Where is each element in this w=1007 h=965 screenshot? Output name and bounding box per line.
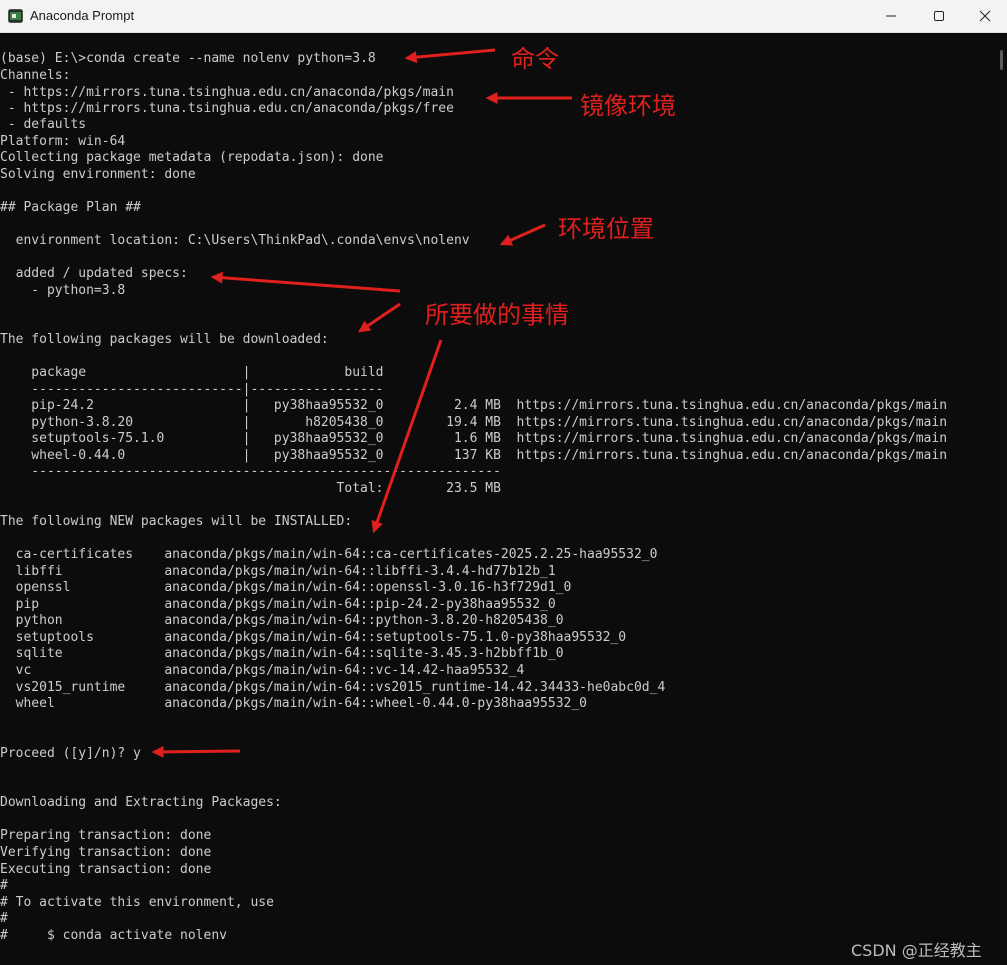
console-line: - defaults	[0, 117, 87, 132]
console-line: setuptools anaconda/pkgs/main/win-64::se…	[0, 630, 627, 645]
console-line: Platform: win-64	[0, 134, 126, 149]
console-line: setuptools-75.1.0 | py38haa95532_0 1.6 M…	[0, 431, 948, 446]
console-line: sqlite anaconda/pkgs/main/win-64::sqlite…	[0, 646, 564, 661]
console-line: pip-24.2 | py38haa95532_0 2.4 MB https:/…	[0, 398, 948, 413]
console-line: #	[0, 911, 8, 926]
console-line: (base) E:\>conda create --name nolenv py…	[0, 51, 376, 66]
console-line: Verifying transaction: done	[0, 845, 212, 860]
scrollbar-thumb[interactable]	[1000, 50, 1003, 70]
console-line: Channels:	[0, 68, 71, 83]
console-line: Proceed ([y]/n)? y	[0, 746, 141, 761]
console-line: # $ conda activate nolenv	[0, 928, 227, 943]
console-output[interactable]: (base) E:\>conda create --name nolenv py…	[0, 33, 993, 965]
console-line: environment location: C:\Users\ThinkPad\…	[0, 233, 470, 248]
console-line: pip anaconda/pkgs/main/win-64::pip-24.2-…	[0, 597, 556, 612]
console-line: ----------------------------------------…	[0, 464, 501, 479]
minimize-button[interactable]	[868, 0, 914, 32]
close-icon	[979, 10, 991, 22]
console-line: ca-certificates anaconda/pkgs/main/win-6…	[0, 547, 658, 562]
console-line: Collecting package metadata (repodata.js…	[0, 150, 384, 165]
console-line: - python=3.8	[0, 283, 126, 298]
console-line: The following packages will be downloade…	[0, 332, 329, 347]
console-line: package | build	[0, 365, 384, 380]
title-bar: Anaconda Prompt	[0, 0, 1007, 33]
annotation-things-to-do: 所要做的事情	[425, 301, 569, 329]
console-line: added / updated specs:	[0, 266, 188, 281]
console-line: - https://mirrors.tuna.tsinghua.edu.cn/a…	[0, 85, 454, 100]
console-line: # To activate this environment, use	[0, 895, 274, 910]
console-line: Preparing transaction: done	[0, 828, 212, 843]
console-line: The following NEW packages will be INSTA…	[0, 514, 353, 529]
console-line: Total: 23.5 MB	[0, 481, 501, 496]
annotation-env-location: 环境位置	[558, 215, 654, 243]
console-line: ---------------------------|------------…	[0, 382, 384, 397]
vertical-scrollbar[interactable]	[993, 33, 1007, 965]
window-title: Anaconda Prompt	[30, 8, 135, 23]
annotation-command: 命令	[511, 45, 559, 73]
console-line: Executing transaction: done	[0, 862, 212, 877]
console-line: - https://mirrors.tuna.tsinghua.edu.cn/a…	[0, 101, 454, 116]
console-line: Solving environment: done	[0, 167, 196, 182]
close-button[interactable]	[962, 0, 1007, 32]
console-line: libffi anaconda/pkgs/main/win-64::libffi…	[0, 564, 556, 579]
maximize-button[interactable]	[916, 0, 962, 32]
maximize-icon	[934, 11, 944, 21]
console-line: #	[0, 878, 8, 893]
csdn-watermark: CSDN @正经教主	[851, 941, 982, 960]
console-line: python anaconda/pkgs/main/win-64::python…	[0, 613, 564, 628]
console-line: vc anaconda/pkgs/main/win-64::vc-14.42-h…	[0, 663, 525, 678]
console-line: python-3.8.20 | h8205438_0 19.4 MB https…	[0, 415, 948, 430]
console-line: ## Package Plan ##	[0, 200, 141, 215]
console-line: Downloading and Extracting Packages:	[0, 795, 282, 810]
console-line: vs2015_runtime anaconda/pkgs/main/win-64…	[0, 680, 666, 695]
console-line: wheel anaconda/pkgs/main/win-64::wheel-0…	[0, 696, 587, 711]
annotation-mirror-env: 镜像环境	[580, 92, 676, 120]
console-line: wheel-0.44.0 | py38haa95532_0 137 KB htt…	[0, 448, 948, 463]
terminal-app-icon	[8, 9, 23, 23]
minimize-icon	[886, 15, 896, 17]
console-line: openssl anaconda/pkgs/main/win-64::opens…	[0, 580, 572, 595]
